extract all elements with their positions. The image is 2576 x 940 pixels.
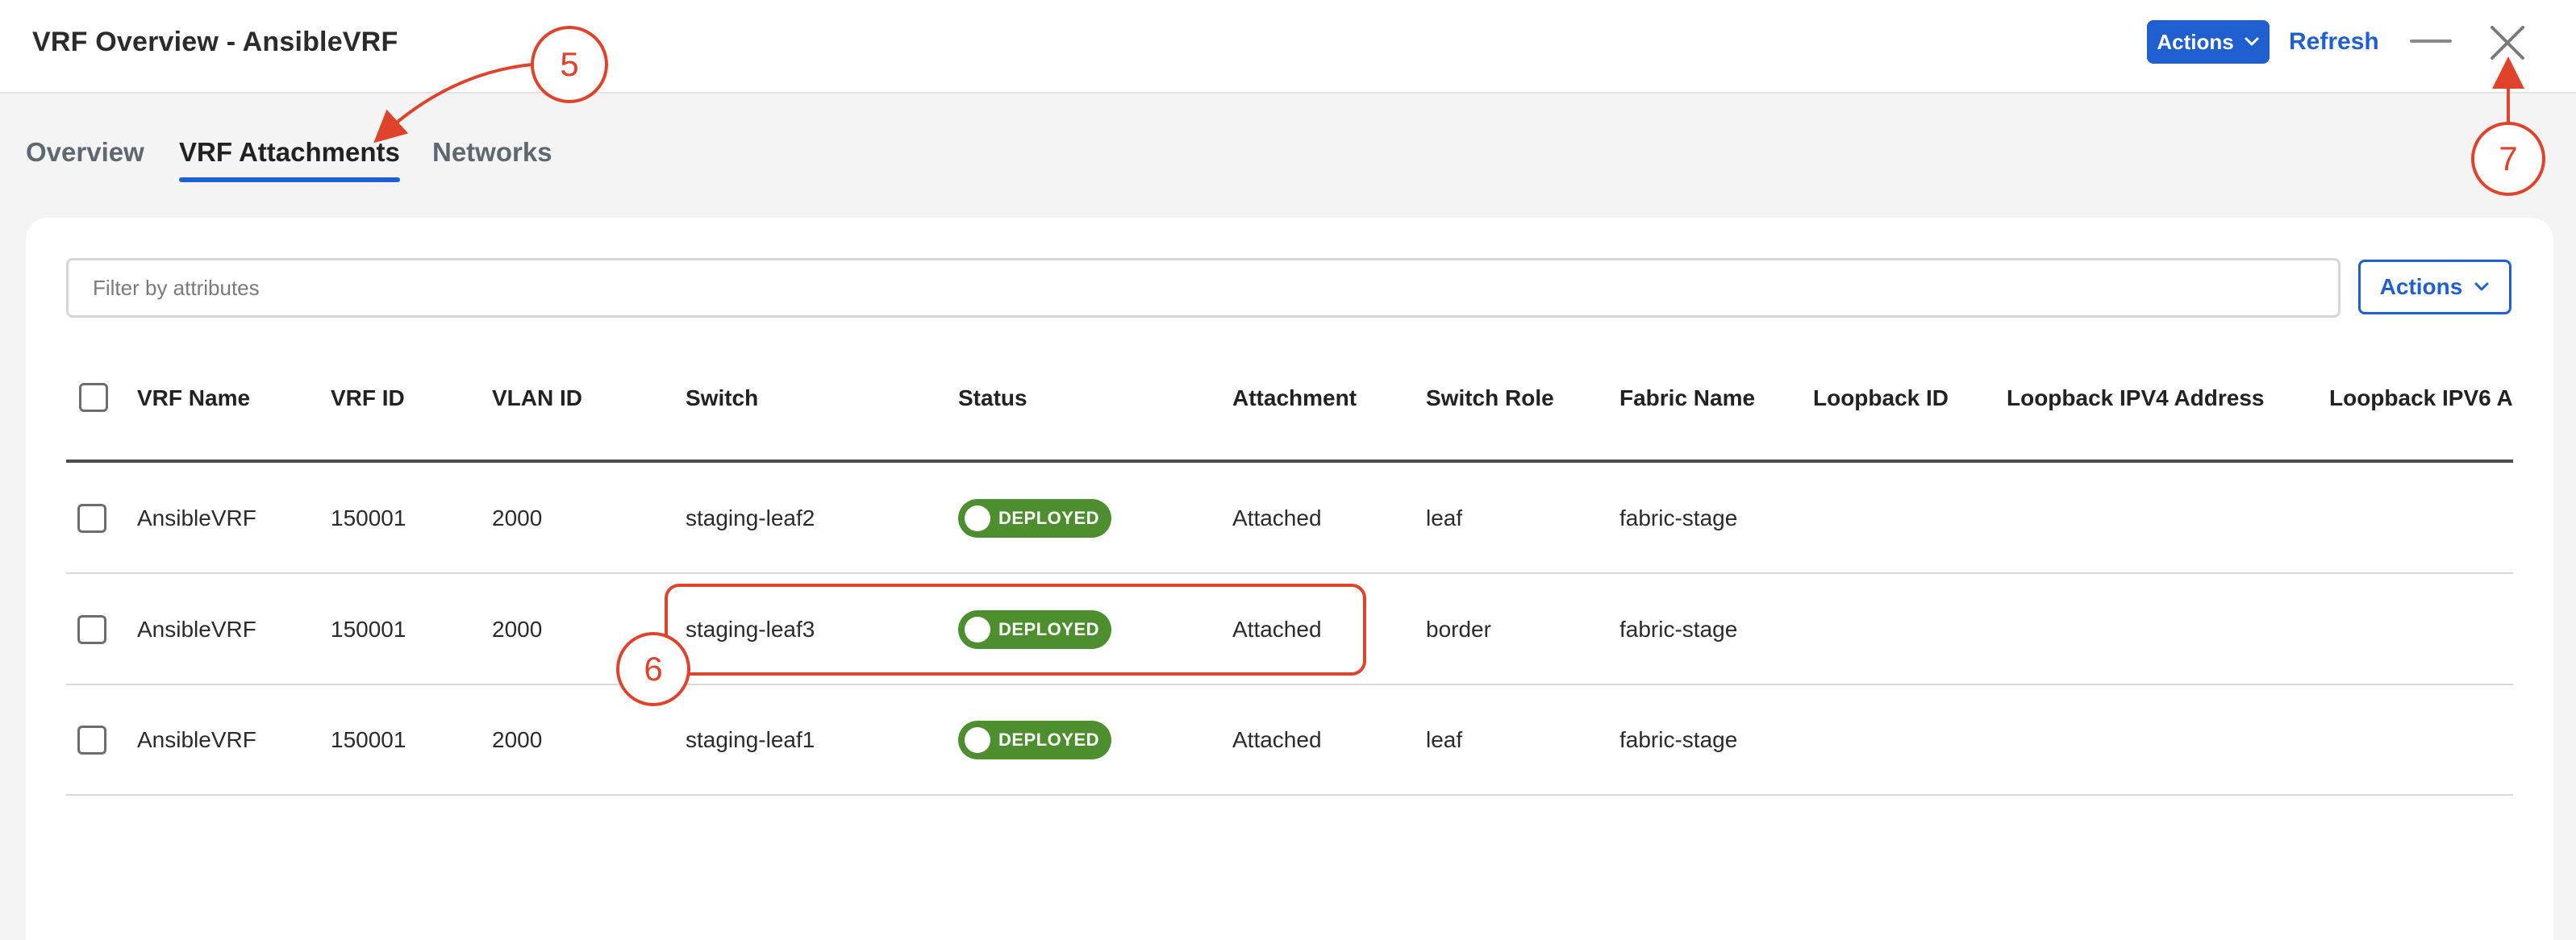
cell-vrf-id: 150001 (331, 617, 406, 642)
chevron-down-icon (2245, 37, 2259, 46)
cell-attachment: Attached (1232, 727, 1322, 752)
cell-switch-role: leaf (1426, 505, 1463, 530)
table-actions-label: Actions (2379, 274, 2463, 299)
cell-switch[interactable]: staging-leaf3 (686, 612, 815, 647)
status-dot-icon (965, 727, 990, 753)
column-header-status[interactable]: Status (958, 381, 1027, 416)
attachments-card (26, 218, 2553, 940)
cell-switch-role: leaf (1426, 727, 1463, 752)
row-divider (66, 794, 2513, 796)
callout-number-7: 7 (2499, 139, 2518, 177)
status-text: DEPLOYED (998, 619, 1100, 639)
tab-overview[interactable]: Overview (26, 134, 144, 171)
status-badge: DEPLOYED (958, 499, 1111, 538)
column-header-switch[interactable]: Switch (686, 381, 758, 416)
cell-switch[interactable]: staging-leaf2 (686, 501, 815, 536)
table-header-divider (66, 460, 2513, 463)
cell-vlan-id: 2000 (492, 617, 543, 642)
cell-vrf-id: 150001 (331, 727, 406, 752)
row-divider (66, 684, 2513, 685)
tab-vrf-attachments[interactable]: VRF Attachments (179, 134, 400, 171)
column-header-attachment[interactable]: Attachment (1232, 381, 1357, 416)
callout-number-5: 5 (560, 45, 579, 83)
cell-vrf-id: 150001 (331, 505, 406, 530)
cell-fabric-name: fabric-stage (1619, 617, 1738, 642)
cell-fabric-name: fabric-stage (1619, 727, 1738, 752)
cell-vlan-id: 2000 (492, 505, 543, 530)
table-actions-button[interactable]: Actions (2358, 260, 2511, 314)
column-header-vrf-id[interactable]: VRF ID (331, 381, 405, 416)
status-dot-icon (965, 617, 990, 643)
cell-attachment: Attached (1232, 505, 1322, 530)
column-header-loopback-ipv6[interactable]: Loopback IPV6 A (2329, 381, 2516, 416)
column-header-switch-role[interactable]: Switch Role (1426, 381, 1554, 416)
status-text: DEPLOYED (998, 508, 1100, 528)
row-divider (66, 572, 2513, 574)
refresh-button[interactable]: Refresh (2289, 24, 2379, 60)
cell-vrf-name: AnsibleVRF (137, 727, 256, 752)
close-icon[interactable] (2487, 23, 2528, 63)
minimize-icon[interactable] (2410, 40, 2452, 43)
column-header-loopback-ipv4[interactable]: Loopback IPV4 Address (2007, 381, 2265, 416)
column-header-vlan-id[interactable]: VLAN ID (492, 381, 582, 416)
status-badge: DEPLOYED (958, 721, 1111, 759)
cell-switch[interactable]: staging-leaf1 (686, 722, 815, 758)
cell-vlan-id: 2000 (492, 727, 543, 752)
cell-switch-role: border (1426, 617, 1491, 642)
chevron-down-icon (2474, 282, 2489, 291)
row-checkbox[interactable] (77, 504, 106, 533)
filter-input[interactable] (66, 258, 2340, 318)
status-badge: DEPLOYED (958, 610, 1111, 649)
status-text: DEPLOYED (998, 730, 1100, 750)
vrf-overview-window: VRF Overview - AnsibleVRF Actions Refres… (0, 0, 2576, 940)
cell-vrf-name: AnsibleVRF (137, 617, 256, 642)
column-header-loopback-id[interactable]: Loopback ID (1813, 381, 1949, 416)
header-actions-label: Actions (2157, 29, 2234, 54)
column-header-fabric-name[interactable]: Fabric Name (1619, 381, 1755, 416)
row-checkbox[interactable] (77, 726, 106, 755)
row-checkbox[interactable] (77, 615, 106, 644)
window-header: VRF Overview - AnsibleVRF Actions Refres… (0, 0, 2576, 94)
tab-networks[interactable]: Networks (432, 134, 552, 171)
callout-number-6: 6 (644, 650, 663, 688)
select-all-checkbox[interactable] (79, 383, 108, 412)
header-actions-button[interactable]: Actions (2147, 20, 2270, 64)
cell-fabric-name: fabric-stage (1619, 505, 1738, 530)
column-header-vrf-name[interactable]: VRF Name (137, 381, 250, 416)
cell-vrf-name: AnsibleVRF (137, 505, 256, 530)
page-title: VRF Overview - AnsibleVRF (32, 27, 398, 57)
status-dot-icon (965, 505, 990, 531)
cell-attachment: Attached (1232, 617, 1322, 642)
active-tab-indicator (179, 177, 400, 182)
